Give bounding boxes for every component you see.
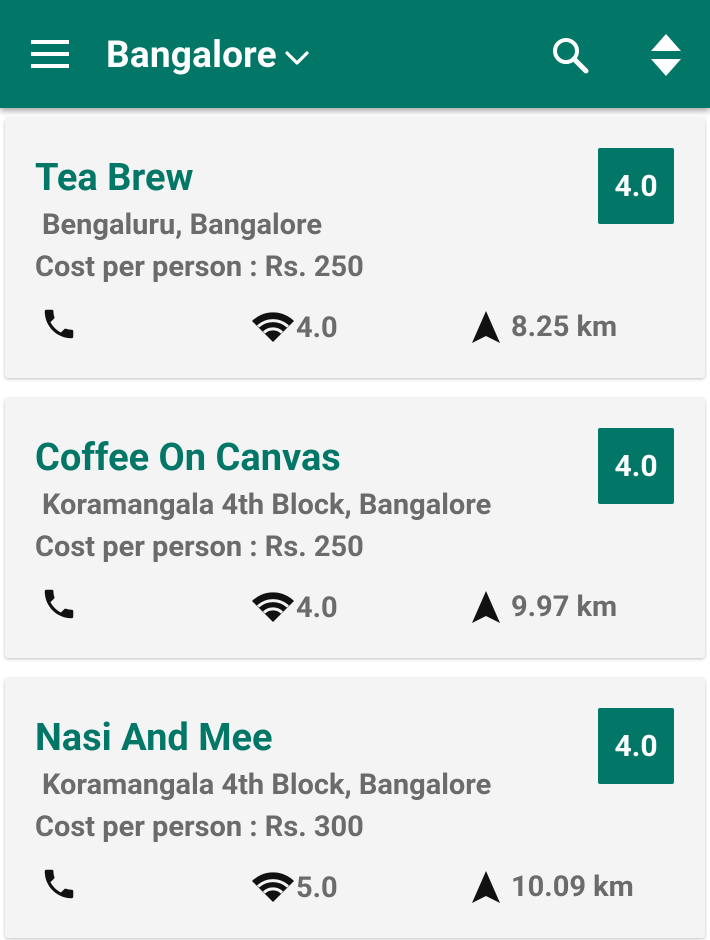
chevron-down-icon [285, 51, 309, 65]
app-bar: Bangalore [0, 0, 710, 108]
restaurant-card[interactable]: Nasi And Mee Koramangala 4th Block, Bang… [5, 678, 705, 938]
navigation-icon [472, 311, 500, 343]
wifi-rating-value: 4.0 [296, 311, 338, 345]
sort-icon[interactable] [650, 34, 682, 76]
distance: 9.97 km [471, 588, 617, 626]
navigation-icon [472, 591, 500, 623]
city-selector[interactable]: Bangalore [106, 32, 309, 78]
distance-value: 9.97 km [511, 590, 618, 624]
wifi-rating-value: 5.0 [296, 871, 338, 905]
phone-icon[interactable] [40, 585, 78, 623]
rating-badge: 4.0 [598, 148, 674, 224]
rating-badge: 4.0 [598, 428, 674, 504]
distance-value: 10.09 km [511, 870, 634, 904]
city-label: Bangalore [106, 33, 277, 77]
wifi-rating: 5.0 [252, 870, 338, 906]
distance: 8.25 km [471, 308, 617, 346]
search-icon[interactable] [551, 36, 589, 74]
distance-value: 8.25 km [511, 310, 618, 344]
restaurant-name: Coffee On Canvas [35, 436, 341, 480]
distance: 10.09 km [471, 868, 634, 906]
restaurant-name: Tea Brew [35, 156, 194, 200]
wifi-icon [252, 872, 294, 902]
phone-icon[interactable] [40, 865, 78, 903]
rating-badge: 4.0 [598, 708, 674, 784]
wifi-rating-value: 4.0 [296, 591, 338, 625]
restaurant-cost: Cost per person : Rs. 250 [35, 250, 364, 284]
wifi-rating: 4.0 [252, 590, 338, 626]
restaurant-name: Nasi And Mee [35, 716, 273, 760]
restaurant-location: Bengaluru, Bangalore [42, 208, 323, 242]
restaurant-cost: Cost per person : Rs. 300 [35, 810, 364, 844]
navigation-icon [472, 871, 500, 903]
restaurant-location: Koramangala 4th Block, Bangalore [42, 488, 492, 522]
wifi-icon [252, 592, 294, 622]
restaurant-card[interactable]: Tea Brew Bengaluru, Bangalore Cost per p… [5, 118, 705, 378]
menu-icon[interactable] [31, 40, 69, 68]
wifi-icon [252, 312, 294, 342]
wifi-rating: 4.0 [252, 310, 338, 346]
restaurant-card[interactable]: Coffee On Canvas Koramangala 4th Block, … [5, 398, 705, 658]
restaurant-cost: Cost per person : Rs. 250 [35, 530, 364, 564]
phone-icon[interactable] [40, 305, 78, 343]
restaurant-location: Koramangala 4th Block, Bangalore [42, 768, 492, 802]
